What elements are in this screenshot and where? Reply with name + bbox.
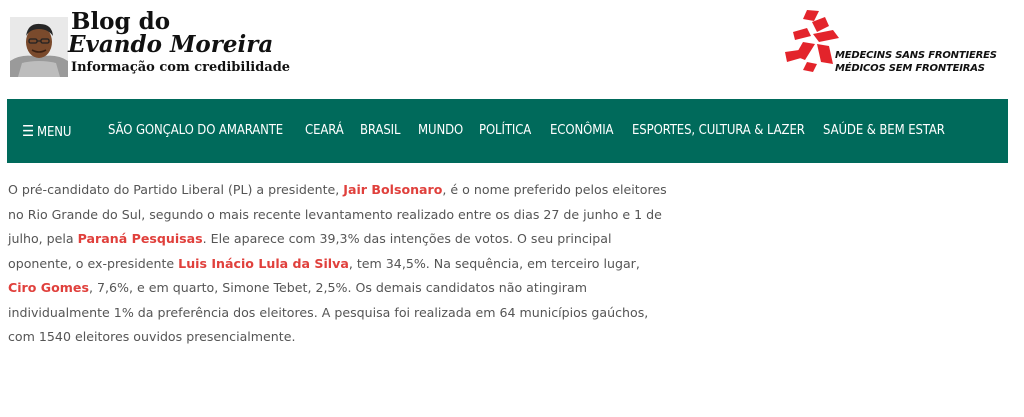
msf-text-line1: MEDECINS SANS FRONTIERES [835, 50, 997, 61]
msf-ad-banner[interactable]: MEDECINS SANS FRONTIERES MÉDICOS SEM FRO… [781, 8, 1011, 78]
link-parana-pesquisas[interactable]: Paraná Pesquisas [78, 231, 203, 246]
menu-label: MENU [37, 125, 72, 140]
site-header: Blog do Evando Moreira Informação com cr… [0, 0, 1024, 99]
nav-item-sao-goncalo[interactable]: SÃO GONÇALO DO AMARANTE [108, 99, 283, 163]
nav-item-saude[interactable]: SAÚDE & BEM ESTAR [823, 99, 945, 163]
link-lula-da-silva[interactable]: Luis Inácio Lula da Silva [178, 256, 349, 271]
blog-title-line2[interactable]: Evando Moreira [68, 32, 273, 58]
link-ciro-gomes[interactable]: Ciro Gomes [8, 280, 89, 295]
main-navigation: ☰ MENU SÃO GONÇALO DO AMARANTE CEARÁ BRAS… [7, 99, 1008, 163]
nav-item-esportes[interactable]: ESPORTES, CULTURA & LAZER [632, 99, 805, 163]
menu-toggle-button[interactable]: ☰ MENU [22, 99, 72, 163]
nav-item-mundo[interactable]: MUNDO [418, 99, 463, 163]
article-text: , 7,6%, e em quarto, Simone Tebet, 2,5%.… [8, 280, 649, 344]
article-body: O pré-candidato do Partido Liberal (PL) … [8, 178, 668, 350]
msf-logo-icon [785, 10, 839, 72]
nav-item-brasil[interactable]: BRASIL [360, 99, 401, 163]
article-paragraph: O pré-candidato do Partido Liberal (PL) … [8, 178, 668, 350]
blog-tagline: Informação com credibilidade [71, 60, 291, 75]
nav-item-ceara[interactable]: CEARÁ [305, 99, 344, 163]
article-text: , tem 34,5%. Na sequência, em terceiro l… [348, 255, 640, 271]
nav-item-economia[interactable]: ECONÔMIA [550, 99, 614, 163]
msf-text-line2: MÉDICOS SEM FRONTEIRAS [835, 63, 985, 74]
hamburger-icon: ☰ [22, 122, 34, 140]
nav-item-politica[interactable]: POLÍTICA [479, 99, 531, 163]
article-text: O pré-candidato do Partido Liberal (PL) … [8, 182, 344, 197]
link-jair-bolsonaro[interactable]: Jair Bolsonaro [343, 182, 442, 197]
author-avatar[interactable] [10, 17, 68, 77]
